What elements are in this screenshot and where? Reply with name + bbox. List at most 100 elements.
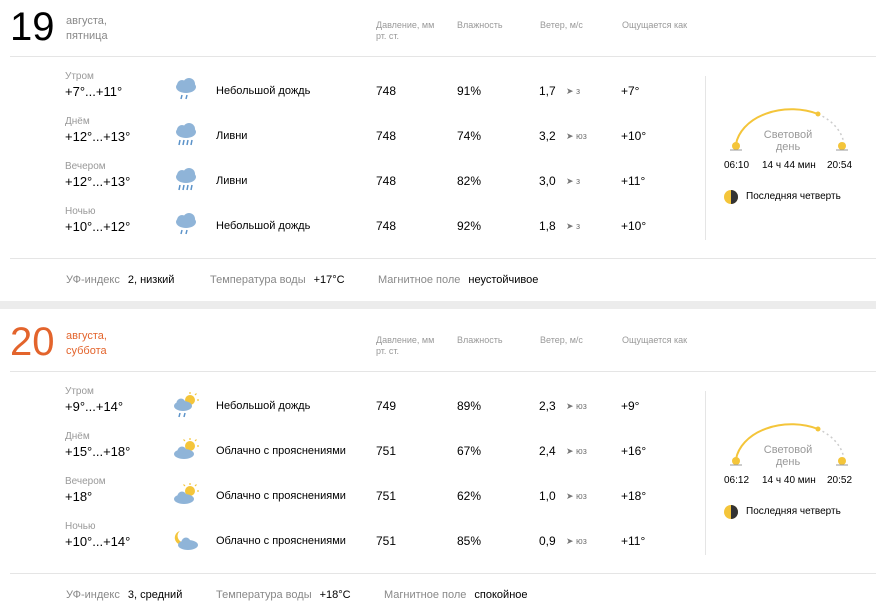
date-weekday: пятница	[66, 30, 108, 42]
day-part: Вечером	[65, 161, 106, 172]
pressure: 748	[376, 129, 397, 143]
pressure: 751	[376, 444, 397, 458]
pressure: 748	[376, 174, 397, 188]
forecast-row-evening: Вечером +18° Облачно с прояснениями 751 …	[0, 476, 700, 521]
water-temp: Температура воды +18°C	[216, 588, 351, 603]
forecast-row-day: Днём +12°...+13° Ливни 748 74% 3,2 ➤ юз …	[0, 116, 700, 161]
divider	[10, 56, 876, 57]
temperature: +7°...+11°	[65, 84, 123, 99]
water-label: Температура воды	[216, 589, 312, 601]
partly-cloudy-icon	[172, 482, 200, 508]
feels-like: +7°	[621, 84, 640, 98]
date-weekday: суббота	[66, 345, 107, 357]
day-part: Днём	[65, 116, 90, 127]
wind-speed: 1,8	[539, 219, 556, 233]
mag-value: неустойчивое	[468, 274, 539, 286]
feels-like: +18°	[621, 489, 647, 503]
daylight-length: 14 ч 44 мин	[762, 160, 816, 171]
wind-direction: ➤ юз	[566, 131, 587, 141]
day-part: Утром	[65, 71, 94, 82]
date-month: августа,	[66, 330, 107, 342]
uv-index: УФ-индекс 2, низкий	[66, 273, 174, 288]
uv-index: УФ-индекс 3, средний	[66, 588, 182, 603]
day-part: Днём	[65, 431, 90, 442]
condition: Небольшой дождь	[216, 85, 311, 97]
uv-value: 3, средний	[127, 589, 183, 601]
humidity: 89%	[457, 399, 482, 413]
day-part: Утром	[65, 386, 94, 397]
condition: Облачно с прояснениями	[216, 445, 346, 457]
sunset-time: 20:52	[827, 475, 853, 486]
divider	[10, 371, 876, 372]
sunset-time: 20:54	[827, 160, 853, 171]
moon-phase: Последняя четверть	[746, 191, 841, 202]
magnetic-field: Магнитное поле спокойное	[384, 588, 528, 603]
forecast-row-night: Ночью +10°...+12° Небольшой дождь 748 92…	[0, 206, 700, 251]
col-header-feels: Ощущается как	[622, 20, 688, 30]
day-part: Ночью	[65, 521, 96, 532]
col-header-feels: Ощущается как	[622, 335, 688, 345]
humidity: 91%	[457, 84, 482, 98]
day-date: августа, суббота	[66, 329, 146, 359]
temperature: +18°	[65, 489, 93, 504]
forecast-row-night: Ночью +10°...+14° Облачно с прояснениями…	[0, 521, 700, 566]
cloud-showers-icon	[172, 167, 200, 193]
uv-label: УФ-индекс	[66, 274, 120, 286]
temperature: +10°...+14°	[65, 534, 131, 549]
humidity: 74%	[457, 129, 482, 143]
wind-speed: 2,4	[539, 444, 556, 458]
daylight-widget: Световой день 06:10 14 ч 44 мин 20:54 По…	[720, 100, 860, 210]
divider	[705, 76, 706, 240]
temperature: +9°...+14°	[65, 399, 124, 414]
col-header-pressure: Давление, мм рт. ст.	[376, 335, 435, 356]
date-month: августа,	[66, 15, 107, 27]
daylight-label: Световой день	[763, 129, 813, 153]
wind-speed: 3,2	[539, 129, 556, 143]
moon-phase-icon	[724, 505, 738, 519]
daylight-length: 14 ч 40 мин	[762, 475, 816, 486]
condition: Ливни	[216, 175, 248, 187]
condition: Небольшой дождь	[216, 220, 311, 232]
wind-direction: ➤ з	[566, 221, 581, 231]
temperature: +15°...+18°	[65, 444, 131, 459]
cloud-rain-icon	[172, 212, 200, 238]
col-header-humidity: Влажность	[457, 335, 503, 345]
col-header-humidity: Влажность	[457, 20, 503, 30]
cloud-showers-icon	[172, 122, 200, 148]
forecast-row-morning: Утром +7°...+11° Небольшой дождь 748 91%…	[0, 71, 700, 116]
water-value: +18°C	[319, 589, 351, 601]
feels-like: +10°	[621, 129, 647, 143]
col-header-wind: Ветер, м/с	[540, 20, 583, 30]
day-number: 20	[10, 320, 55, 364]
wind-direction: ➤ юз	[566, 401, 587, 411]
cloud-rain-icon	[172, 77, 200, 103]
temperature: +10°...+12°	[65, 219, 131, 234]
uv-value: 2, низкий	[127, 274, 175, 286]
humidity: 67%	[457, 444, 482, 458]
wind-direction: ➤ з	[566, 86, 581, 96]
divider	[10, 258, 876, 259]
wind-direction: ➤ юз	[566, 446, 587, 456]
sunrise-time: 06:10	[724, 160, 750, 171]
day-block-19: 19 августа, пятница Давление, мм рт. ст.…	[0, 0, 876, 301]
pressure: 748	[376, 84, 397, 98]
moon-phase-icon	[724, 190, 738, 204]
sunrise-time: 06:12	[724, 475, 750, 486]
wind-direction: ➤ юз	[566, 491, 587, 501]
humidity: 62%	[457, 489, 482, 503]
wind-direction: ➤ з	[566, 176, 581, 186]
forecast-row-day: Днём +15°...+18° Облачно с прояснениями …	[0, 431, 700, 476]
wind-speed: 2,3	[539, 399, 556, 413]
pressure: 751	[376, 534, 397, 548]
feels-like: +9°	[621, 399, 640, 413]
condition: Облачно с прояснениями	[216, 490, 346, 502]
wind-speed: 3,0	[539, 174, 556, 188]
forecast-row-evening: Вечером +12°...+13° Ливни 748 82% 3,0 ➤ …	[0, 161, 700, 206]
forecast-row-morning: Утром +9°...+14° Небольшой дождь 749 89%…	[0, 386, 700, 431]
water-label: Температура воды	[210, 274, 306, 286]
sun-cloud-rain-icon	[172, 392, 200, 418]
pressure: 749	[376, 399, 397, 413]
wind-direction: ➤ юз	[566, 536, 587, 546]
divider	[10, 573, 876, 574]
daylight-widget: Световой день 06:12 14 ч 40 мин 20:52 По…	[720, 415, 860, 525]
